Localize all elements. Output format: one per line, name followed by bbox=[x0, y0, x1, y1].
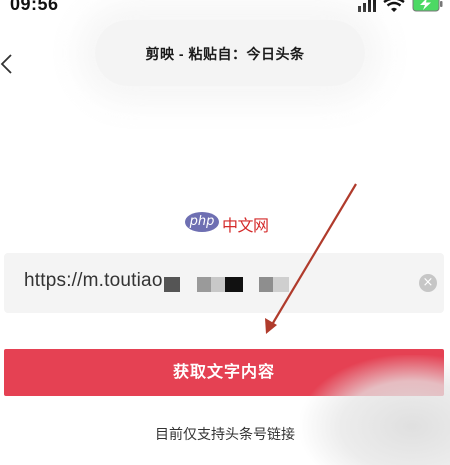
status-bar: 09:56 bbox=[0, 0, 450, 22]
clear-icon[interactable]: × bbox=[419, 274, 437, 292]
redacted-block bbox=[225, 277, 243, 292]
back-button[interactable] bbox=[0, 52, 16, 76]
status-time: 09:56 bbox=[10, 0, 59, 14]
battery-charging-icon bbox=[412, 0, 443, 12]
blurred-overlay bbox=[300, 355, 450, 465]
status-icons bbox=[358, 0, 443, 12]
watermark-site-text: 中文网 bbox=[222, 218, 269, 235]
redacted-block bbox=[164, 277, 180, 292]
url-input[interactable]: https://m.toutiao. bbox=[4, 253, 444, 313]
url-input-value: https://m.toutiao. bbox=[24, 270, 169, 291]
chevron-left-icon bbox=[0, 54, 12, 74]
redacted-block bbox=[273, 277, 289, 292]
watermark-logo: php bbox=[185, 212, 219, 232]
redacted-block bbox=[197, 277, 211, 292]
wifi-icon bbox=[383, 0, 405, 12]
watermark: php 中文网 bbox=[185, 211, 270, 235]
redacted-block bbox=[211, 277, 225, 292]
paste-toast-text: 剪映 - 粘贴自：今日头条 bbox=[145, 46, 305, 62]
redacted-block bbox=[259, 277, 273, 292]
signal-icon bbox=[358, 0, 376, 12]
